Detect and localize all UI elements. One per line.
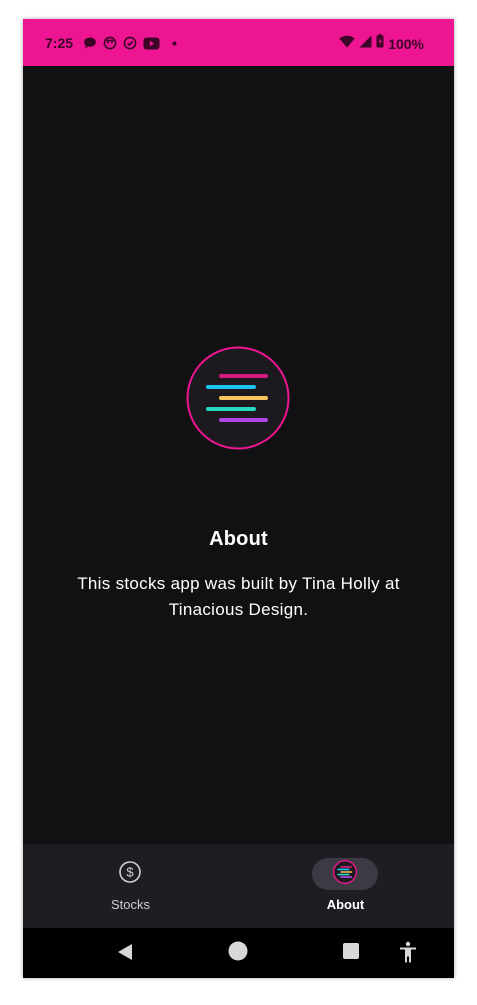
nav-item-stocks[interactable]: $ Stocks	[23, 844, 238, 928]
nav-icon-container: $	[97, 858, 163, 890]
recents-icon[interactable]	[343, 943, 359, 964]
about-screen: About This stocks app was built by Tina …	[23, 66, 454, 844]
chat-bubble-icon	[83, 36, 97, 50]
about-title: About	[209, 528, 268, 550]
dot-icon	[172, 41, 177, 46]
phone-screen: 7:25 100% About This stocks app was buil…	[23, 19, 454, 978]
notification-icons	[83, 35, 177, 51]
nav-icon-container-active	[312, 858, 378, 890]
status-bar: 7:25 100%	[23, 19, 454, 66]
back-icon[interactable]	[116, 942, 134, 967]
battery-percentage: 100%	[388, 35, 424, 52]
bottom-navigation: $ Stocks About	[23, 844, 454, 928]
nav-label-about: About	[326, 897, 365, 912]
wifi-icon	[339, 35, 355, 53]
app-logo	[186, 346, 290, 450]
signal-icon	[359, 35, 372, 53]
nav-item-about[interactable]: About	[238, 844, 453, 928]
accessibility-icon[interactable]	[399, 941, 417, 968]
nav-label-stocks: Stocks	[110, 897, 150, 912]
status-right: 100%	[339, 34, 424, 53]
system-navigation-bar	[23, 928, 454, 978]
status-time: 7:25	[45, 35, 74, 51]
dollar-circle-icon: $	[118, 860, 142, 889]
youtube-icon	[143, 37, 160, 50]
about-description: This stocks app was built by Tina Holly …	[77, 574, 400, 619]
face-icon	[103, 36, 117, 50]
battery-icon	[376, 34, 384, 53]
svg-text:$: $	[126, 864, 134, 879]
check-circle-icon	[123, 36, 137, 50]
home-icon[interactable]	[228, 941, 248, 966]
app-logo-icon	[333, 859, 357, 889]
